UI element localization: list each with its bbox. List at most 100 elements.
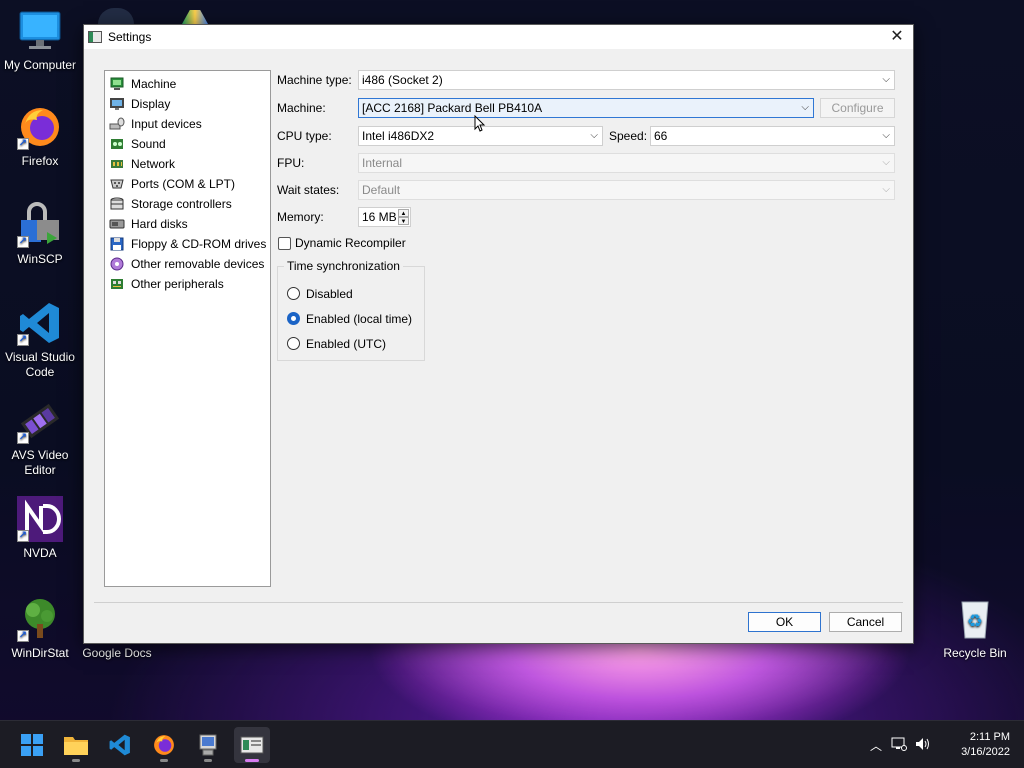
wait-states-dropdown[interactable]: Default ⌵ bbox=[358, 180, 895, 200]
chevron-down-icon: ⌵ bbox=[801, 102, 809, 113]
fpu-dropdown[interactable]: Internal ⌵ bbox=[358, 153, 895, 173]
desktop-icon-label: NVDA bbox=[23, 546, 57, 560]
time-sync-local-label: Enabled (local time) bbox=[306, 312, 413, 326]
desktop-icon-windirstat[interactable]: ↗ WinDirStat bbox=[0, 596, 80, 661]
desktop-icon-google-docs[interactable]: Google Docs bbox=[77, 646, 157, 661]
time-sync-disabled-label: Disabled bbox=[306, 287, 353, 301]
time-sync-utc-radio[interactable] bbox=[287, 337, 300, 350]
time-sync-group: Time synchronization Disabled Enabled (l… bbox=[277, 259, 425, 361]
chevron-up-icon[interactable]: ︿ bbox=[866, 737, 886, 754]
settings-app-icon bbox=[88, 31, 102, 43]
cancel-button[interactable]: Cancel bbox=[829, 612, 902, 632]
nav-item-machine[interactable]: Machine bbox=[105, 74, 270, 94]
shortcut-arrow-icon: ↗ bbox=[17, 334, 29, 346]
speed-value: 66 bbox=[654, 129, 668, 143]
file-explorer-icon bbox=[64, 737, 88, 755]
desktop-icon-vscode[interactable]: ↗ Visual Studio Code bbox=[0, 300, 80, 380]
nav-item-input-devices[interactable]: Input devices bbox=[105, 114, 270, 134]
taskbar-firefox[interactable] bbox=[146, 727, 182, 763]
taskbar-file-explorer[interactable] bbox=[58, 727, 94, 763]
dynamic-recompiler-label: Dynamic Recompiler bbox=[295, 236, 406, 250]
chevron-down-icon: ⌵ bbox=[882, 184, 890, 195]
nvda-icon: ↗ bbox=[17, 496, 63, 542]
desktop-icon-label: My Computer bbox=[3, 58, 77, 72]
machine-label: Machine: bbox=[277, 101, 326, 115]
mouse-cursor-icon bbox=[474, 114, 486, 133]
desktop-icon-nvda[interactable]: ↗ NVDA bbox=[0, 496, 80, 561]
nav-item-floppy-cdrom[interactable]: Floppy & CD-ROM drives bbox=[105, 234, 270, 254]
display-icon bbox=[109, 96, 125, 112]
desktop-icon-label: WinSCP bbox=[17, 252, 63, 266]
title-bar[interactable]: Settings ✕ bbox=[84, 25, 913, 49]
clock-time: 2:11 PM bbox=[969, 731, 1010, 743]
recycle-bin-icon: ♻ bbox=[952, 596, 998, 642]
spin-down-icon[interactable]: ▼ bbox=[398, 217, 409, 225]
nav-item-ports[interactable]: Ports (COM & LPT) bbox=[105, 174, 270, 194]
memory-label: Memory: bbox=[277, 210, 324, 224]
avs-video-icon: ↗ bbox=[17, 398, 63, 444]
shortcut-arrow-icon: ↗ bbox=[17, 530, 29, 542]
footer-separator bbox=[94, 602, 903, 603]
nav-item-other-peripherals[interactable]: Other peripherals bbox=[105, 274, 270, 294]
chevron-down-icon: ⌵ bbox=[590, 130, 598, 141]
nav-item-other-removable-devices[interactable]: Other removable devices bbox=[105, 254, 270, 274]
hard-disks-icon bbox=[109, 216, 125, 232]
volume-icon[interactable] bbox=[912, 737, 934, 754]
machine-value: [ACC 2168] Packard Bell PB410A bbox=[362, 101, 543, 115]
desktop-icon-recycle-bin[interactable]: ♻ Recycle Bin bbox=[935, 596, 1015, 661]
time-sync-title: Time synchronization bbox=[284, 259, 403, 273]
machine-dropdown[interactable]: [ACC 2168] Packard Bell PB410A ⌵ bbox=[358, 98, 814, 118]
nav-item-display[interactable]: Display bbox=[105, 94, 270, 114]
shortcut-arrow-icon: ↗ bbox=[17, 138, 29, 150]
shortcut-arrow-icon: ↗ bbox=[17, 630, 29, 642]
nav-item-sound[interactable]: Sound bbox=[105, 134, 270, 154]
taskbar-vscode[interactable] bbox=[102, 727, 138, 763]
desktop-icon-label: Recycle Bin bbox=[943, 646, 1007, 660]
firefox-icon bbox=[154, 735, 174, 755]
desktop-icon-avs-video-editor[interactable]: ↗ AVS Video Editor bbox=[0, 398, 80, 478]
taskbar-clock[interactable]: 2:11 PM 3/16/2022 bbox=[961, 730, 1010, 760]
removable-devices-icon bbox=[109, 256, 125, 272]
nav-item-label: Storage controllers bbox=[131, 197, 232, 211]
taskbar-86box-manager[interactable] bbox=[190, 727, 226, 763]
desktop-icon-firefox[interactable]: ↗ Firefox bbox=[0, 104, 80, 169]
vscode-icon bbox=[109, 734, 130, 756]
desktop-icon-my-computer[interactable]: My Computer bbox=[0, 8, 80, 73]
memory-spinbox[interactable]: 16 MB ▲ ▼ bbox=[358, 207, 411, 227]
desktop-icon-winscp[interactable]: ↗ WinSCP bbox=[0, 202, 80, 267]
taskbar-86box-settings[interactable] bbox=[234, 727, 270, 763]
close-button[interactable]: ✕ bbox=[881, 25, 913, 49]
nav-item-label: Input devices bbox=[131, 117, 202, 131]
start-icon bbox=[21, 734, 43, 756]
desktop-icon-label: WinDirStat bbox=[11, 646, 69, 660]
winscp-icon: ↗ bbox=[17, 202, 63, 248]
clock-date: 3/16/2022 bbox=[961, 746, 1010, 758]
running-indicator bbox=[160, 759, 168, 762]
spin-up-icon[interactable]: ▲ bbox=[398, 209, 409, 217]
time-sync-local-radio[interactable] bbox=[287, 312, 300, 325]
chevron-down-icon: ⌵ bbox=[882, 74, 890, 85]
monitor-icon bbox=[17, 8, 63, 54]
nav-item-network[interactable]: Network bbox=[105, 154, 270, 174]
windirstat-icon: ↗ bbox=[17, 596, 63, 642]
speed-dropdown[interactable]: 66 ⌵ bbox=[650, 126, 895, 146]
nav-item-label: Ports (COM & LPT) bbox=[131, 177, 236, 191]
chevron-down-icon: ⌵ bbox=[882, 130, 890, 141]
shortcut-arrow-icon: ↗ bbox=[17, 236, 29, 248]
machine-icon bbox=[109, 76, 125, 92]
machine-type-value: i486 (Socket 2) bbox=[362, 73, 443, 87]
start-button[interactable] bbox=[14, 727, 50, 763]
wait-states-label: Wait states: bbox=[277, 183, 340, 197]
dynamic-recompiler-checkbox[interactable] bbox=[278, 237, 291, 250]
window-title: Settings bbox=[108, 30, 152, 44]
time-sync-disabled-radio[interactable] bbox=[287, 287, 300, 300]
nav-item-storage-controllers[interactable]: Storage controllers bbox=[105, 194, 270, 214]
nav-item-hard-disks[interactable]: Hard disks bbox=[105, 214, 270, 234]
machine-type-dropdown[interactable]: i486 (Socket 2) ⌵ bbox=[358, 70, 895, 90]
ok-button[interactable]: OK bbox=[748, 612, 821, 632]
wait-states-value: Default bbox=[362, 183, 401, 197]
86box-settings-icon bbox=[240, 736, 264, 754]
running-indicator bbox=[72, 759, 80, 762]
network-icon[interactable] bbox=[886, 737, 912, 754]
configure-button[interactable]: Configure bbox=[820, 98, 895, 118]
